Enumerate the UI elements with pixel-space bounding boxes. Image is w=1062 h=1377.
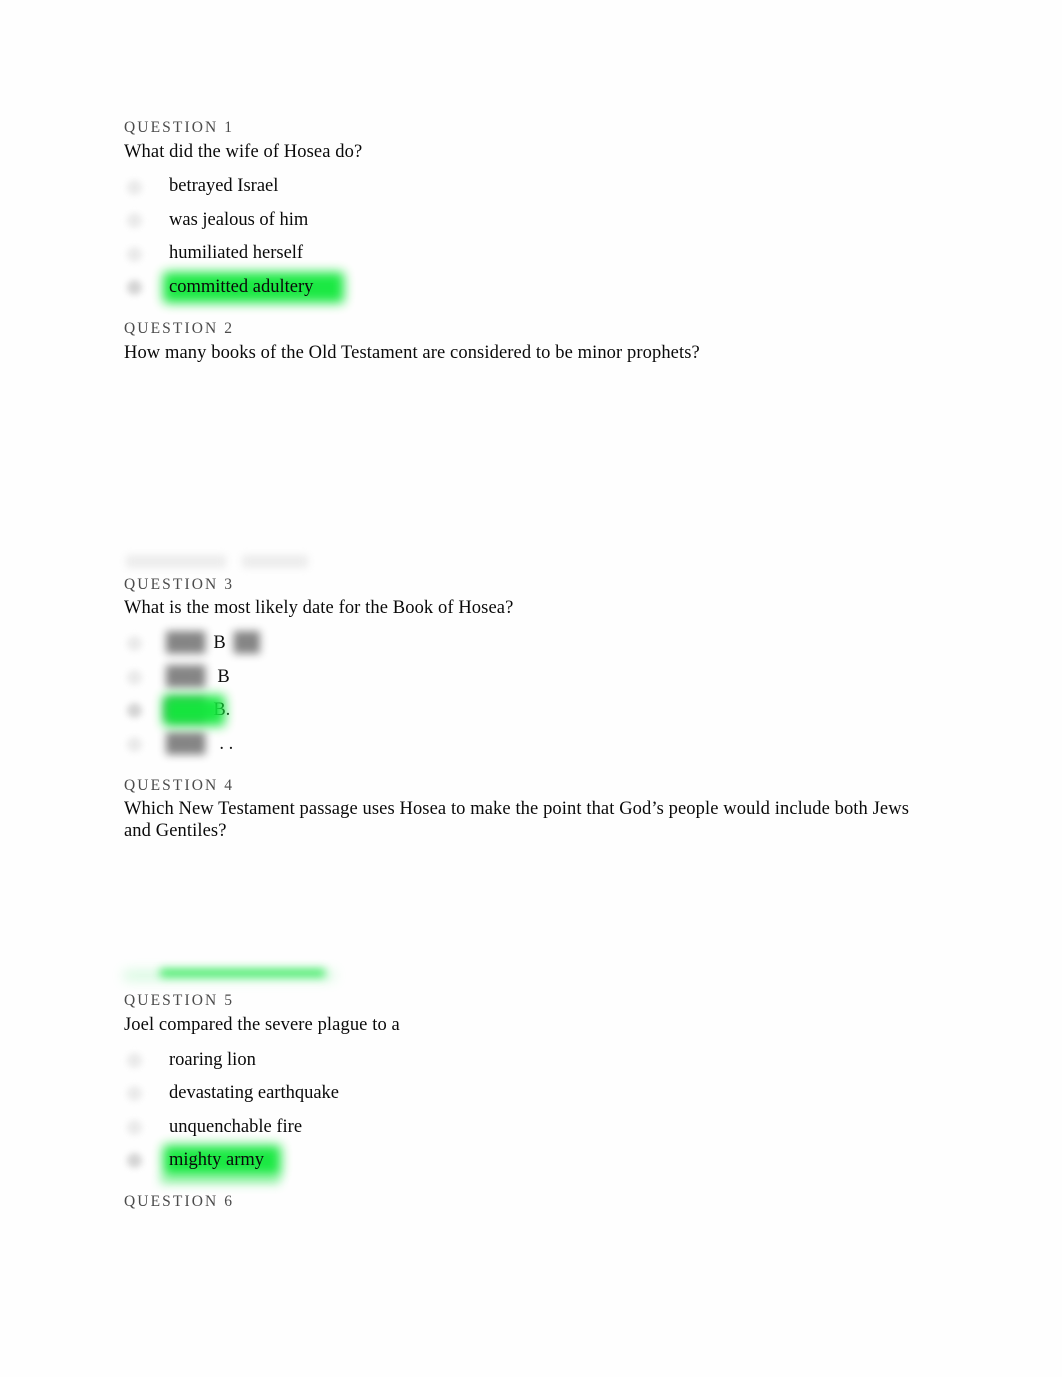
question-block-1: QUESTION 1 What did the wife of Hosea do… [124, 120, 924, 304]
question-prompt-3: What is the most likely date for the Boo… [124, 598, 514, 619]
radio-button-icon[interactable] [125, 178, 144, 197]
option-label: unquenchable fire [169, 1116, 303, 1137]
option-label: . . [219, 733, 234, 754]
option-label-redacted: ██ [233, 633, 260, 654]
option-row[interactable]: betrayed Israel [124, 170, 924, 204]
radio-button-icon[interactable] [125, 211, 144, 230]
answer-highlight-remnant [160, 969, 325, 978]
option-label: devastating earthquake [169, 1083, 340, 1104]
question-block-6: QUESTION 6 [124, 1176, 924, 1211]
radio-button-icon[interactable] [125, 634, 144, 653]
question-prompt-5: Joel compared the severe plague to a [124, 1014, 400, 1035]
option-row[interactable]: was jealous of him [124, 204, 924, 238]
radio-button-icon[interactable] [125, 1118, 144, 1137]
response-area-blank-2[interactable] [124, 365, 924, 577]
option-row[interactable]: roaring lion [124, 1043, 924, 1077]
question-block-2: QUESTION 2 How many books of the Old Tes… [124, 321, 924, 576]
question-prompt-4: Which New Testament passage uses Hosea t… [124, 799, 909, 842]
option-label-redacted: ███ [166, 666, 206, 687]
option-row[interactable]: ███ B ██ [124, 627, 924, 661]
answer-highlight-remnant [160, 1176, 280, 1185]
question-block-3: QUESTION 3 What is the most likely date … [124, 577, 924, 761]
radio-button-icon[interactable] [125, 668, 144, 687]
radio-button-icon[interactable] [125, 735, 144, 754]
radio-button-icon-selected[interactable] [125, 278, 144, 297]
option-row-selected[interactable]: committed adultery [124, 271, 924, 305]
option-label-redacted: ███ [166, 633, 206, 654]
answer-highlight [163, 694, 225, 726]
option-label-redacted: ███ [166, 733, 206, 754]
options-list-1: betrayed Israel was jealous of him humil… [124, 170, 924, 304]
question-prompt-2: How many books of the Old Testament are … [124, 342, 700, 363]
option-row[interactable]: unquenchable fire [124, 1110, 924, 1144]
option-label: roaring lion [169, 1049, 256, 1070]
options-list-5: roaring lion devastating earthquake unqu… [124, 1043, 924, 1177]
radio-button-icon-selected[interactable] [125, 701, 144, 720]
option-label: mighty army [169, 1150, 265, 1171]
question-heading-6: QUESTION 6 [124, 1193, 235, 1211]
option-row[interactable]: ███ . . [124, 727, 924, 761]
option-label: B [217, 666, 230, 687]
option-label: humiliated herself [169, 243, 304, 264]
option-label: committed adultery [169, 276, 314, 297]
radio-button-icon-selected[interactable] [125, 1151, 144, 1170]
question-prompt-1: What did the wife of Hosea do? [124, 141, 363, 162]
response-area-blank-4[interactable] [124, 843, 924, 993]
option-row[interactable]: humiliated herself [124, 237, 924, 271]
option-label: was jealous of him [169, 209, 309, 230]
question-block-4: QUESTION 4 Which New Testament passage u… [124, 778, 924, 993]
option-label: betrayed Israel [169, 176, 279, 197]
question-heading-5: QUESTION 5 [124, 992, 235, 1010]
option-row[interactable]: devastating earthquake [124, 1077, 924, 1111]
radio-button-icon[interactable] [125, 1051, 144, 1070]
question-heading-2: QUESTION 2 [124, 320, 235, 338]
question-heading-4: QUESTION 4 [124, 776, 235, 794]
radio-button-icon[interactable] [125, 245, 144, 264]
option-row-selected[interactable]: mighty army [124, 1144, 924, 1178]
option-row-selected[interactable]: ███ B. [124, 694, 924, 728]
quiz-content: QUESTION 1 What did the wife of Hosea do… [124, 120, 924, 1216]
option-row[interactable]: ███ B [124, 660, 924, 694]
scan-artifact [126, 554, 226, 568]
options-list-3: ███ B ██ ███ B ███ B. ███ [124, 627, 924, 761]
question-heading-1: QUESTION 1 [124, 119, 235, 136]
document-page: QUESTION 1 What did the wife of Hosea do… [0, 0, 1062, 1377]
option-label: B [213, 633, 226, 654]
scan-artifact [242, 554, 308, 568]
question-block-5: QUESTION 5 Joel compared the severe plag… [124, 993, 924, 1177]
radio-button-icon[interactable] [125, 1084, 144, 1103]
question-heading-3: QUESTION 3 [124, 575, 235, 593]
